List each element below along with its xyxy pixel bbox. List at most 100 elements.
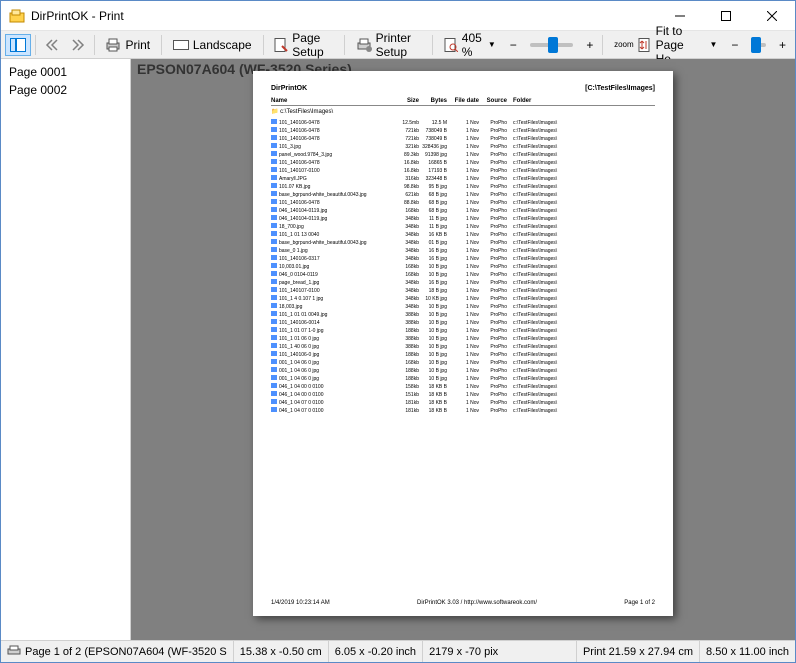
table-body: 101_140106-047812.5mb12.5 M1 NovProPhoc:…	[271, 119, 655, 415]
page-footer: 1/4/2019 10:23:14 AM DirPrintOK 3.03 / h…	[271, 600, 655, 606]
chevron-down-icon: ▼	[709, 40, 717, 49]
separator	[263, 35, 264, 55]
status-pos-cm: 15.38 x -0.50 cm	[234, 641, 329, 662]
table-row: 046_1 04 00 0 0100151kb18 KB B1 NovProPh…	[271, 391, 655, 399]
separator	[35, 35, 36, 55]
status-pos-pix: 2179 x -70 pix	[423, 641, 577, 662]
zoom-slider[interactable]	[530, 43, 574, 47]
table-row: 046_1 04 07 0 0100181kb18 KB B1 NovProPh…	[271, 407, 655, 415]
col-filedate-header: File date	[447, 98, 479, 104]
slider-thumb[interactable]	[751, 37, 761, 53]
printer-setup-label: Printer Setup	[376, 31, 421, 59]
table-row: 101_140106-0317348kb16 B jpg1 NovProPhoc…	[271, 255, 655, 263]
print-label: Print	[125, 38, 150, 52]
status-pos-inch: 6.05 x -0.20 inch	[329, 641, 423, 662]
table-row: 101_1 01 07 1-0 jpg188kb10 B jpg1 NovPro…	[271, 327, 655, 335]
table-row: 18,003.jpg348kb10 B jpg1 NovProPhoc:\Tes…	[271, 303, 655, 311]
separator	[602, 35, 603, 55]
table-row: Amaryll.JPG316kb323448 B1 NovProPhoc:\Te…	[271, 175, 655, 183]
zoom-prefix-label: zoom	[614, 41, 634, 49]
fit-dropdown[interactable]: zoom Fit to Page He... ▼	[607, 34, 724, 56]
table-row: 101_140107-0100348kb18 B jpg1 NovProPhoc…	[271, 287, 655, 295]
landscape-button[interactable]: Landscape	[166, 34, 259, 56]
table-row: 101_1 01 06 0 jpg388kb10 B jpg1 NovProPh…	[271, 335, 655, 343]
table-row: 101_140106-047812.5mb12.5 M1 NovProPhoc:…	[271, 119, 655, 127]
page-setup-label: Page Setup	[292, 31, 333, 59]
status-page-info: Page 1 of 2 (EPSON07A604 (WF-3520 S	[1, 641, 234, 662]
table-row: 046_140104-0119.jpg348kb11 B jpg1 NovPro…	[271, 215, 655, 223]
doc-title: DirPrintOK	[271, 85, 307, 92]
print-button[interactable]: Print	[98, 34, 157, 56]
first-page-button[interactable]	[40, 34, 64, 56]
page-list-sidebar: Page 0001 Page 0002	[1, 59, 131, 640]
table-row: 101_140107-010016.8kb17193 B1 NovProPhoc…	[271, 167, 655, 175]
col-source-header: Source	[479, 98, 507, 104]
table-row: 001_1 04 06 0 jpg168kb10 B jpg1 NovProPh…	[271, 359, 655, 367]
footer-date: 1/4/2019 10:23:14 AM	[271, 600, 330, 606]
table-row: 101.07 KB.jpg98.8kb95 B jpg1 NovProPhoc:…	[271, 183, 655, 191]
statusbar: Page 1 of 2 (EPSON07A604 (WF-3520 S 15.3…	[1, 640, 795, 662]
close-button[interactable]	[749, 1, 795, 31]
table-row: page_bread_1.jpg348kb16 B jpg1 NovProPho…	[271, 279, 655, 287]
page-preview: DirPrintOK [C:\TestFiles\Images] Name Si…	[253, 71, 673, 616]
fit-plus-button[interactable]: +	[774, 34, 791, 56]
separator	[161, 35, 162, 55]
maximize-button[interactable]	[703, 1, 749, 31]
footer-pagenum: Page 1 of 2	[624, 600, 655, 606]
separator	[344, 35, 345, 55]
chevron-down-icon: ▼	[488, 40, 496, 49]
landscape-icon	[173, 39, 189, 51]
toolbar: Print Landscape Page Setup Printer Setup…	[1, 31, 795, 59]
table-row: panel_wood.9784_3.jpg89.3kb91398 jpg1 No…	[271, 151, 655, 159]
col-folder-header: Folder	[507, 98, 655, 104]
col-name-header: Name	[271, 98, 391, 104]
slider-thumb[interactable]	[548, 37, 558, 53]
printer-setup-button[interactable]: Printer Setup	[349, 34, 428, 56]
fit-minus-button[interactable]: −	[726, 34, 743, 56]
table-row: 101_140106-047888.8kb68 B jpg1 NovProPho…	[271, 199, 655, 207]
table-row: 046_0 0104-0119168kb10 B jpg1 NovProPhoc…	[271, 271, 655, 279]
status-print-cm: Print 21.59 x 27.94 cm	[577, 641, 700, 662]
col-bytes-header: Bytes	[419, 98, 447, 104]
table-row: 10,003.01.jpg168kb10 B jpg1 NovProPhoc:\…	[271, 263, 655, 271]
table-row: 101_140106-047816.8kb16865 B1 NovProPhoc…	[271, 159, 655, 167]
page-setup-button[interactable]: Page Setup	[267, 34, 340, 56]
table-row: base_bgrpund-white_beautiful.0043.jpg621…	[271, 191, 655, 199]
separator	[94, 35, 95, 55]
table-row: 001_1 04 06 0 jpg188kb10 B jpg1 NovProPh…	[271, 375, 655, 383]
table-row: 18_700.jpg348kb11 B jpg1 NovProPhoc:\Tes…	[271, 223, 655, 231]
table-row: 046_1 04 00 0 0100158kb18 KB B1 NovProPh…	[271, 383, 655, 391]
zoom-out-button[interactable]: −	[505, 34, 522, 56]
last-page-button[interactable]	[66, 34, 90, 56]
subpath-row: 📁 c:\TestFiles\Images\	[271, 108, 655, 115]
printer-icon	[7, 645, 21, 659]
table-row: 101_140106-0 jpg188kb10 B jpg1 NovProPho…	[271, 351, 655, 359]
table-row: 001_1 04 06 0 jpg188kb10 B jpg1 NovProPh…	[271, 367, 655, 375]
printer-setup-icon	[356, 38, 372, 52]
table-header: Name Size Bytes File date Source Folder	[271, 98, 655, 106]
status-print-inch: 8.50 x 11.00 inch	[700, 641, 795, 662]
fit-slider[interactable]	[751, 43, 766, 47]
table-row: 101_140106-0478721kb738049 B1 NovProPhoc…	[271, 135, 655, 143]
zoom-dropdown[interactable]: 405 % ▼	[437, 34, 503, 56]
table-row: base_bgrpund-white_beautiful.0043.jpg348…	[271, 239, 655, 247]
table-row: base_0 1.jpg348kb16 B jpg1 NovProPhoc:\T…	[271, 247, 655, 255]
fit-icon	[638, 38, 652, 52]
table-row: 101_1 01 01 0049.jpg388kb10 B jpg1 NovPr…	[271, 311, 655, 319]
page-setup-icon	[274, 38, 288, 52]
doc-path: [C:\TestFiles\Images]	[585, 85, 655, 92]
sidebar-page-item[interactable]: Page 0002	[1, 81, 130, 99]
main-area: Page 0001 Page 0002 EPSON07A604 (WF-3520…	[1, 59, 795, 640]
table-row: 101_3.jpg321kb328436 jpg1 NovProPhoc:\Te…	[271, 143, 655, 151]
col-size-header: Size	[391, 98, 419, 104]
thumbnails-toggle-button[interactable]	[5, 34, 31, 56]
app-icon	[9, 8, 25, 24]
table-row: 101_140106-0014388kb10 B jpg1 NovProPhoc…	[271, 319, 655, 327]
zoom-value: 405 %	[462, 31, 482, 59]
sidebar-page-item[interactable]: Page 0001	[1, 63, 130, 81]
zoom-in-button[interactable]: +	[581, 34, 598, 56]
landscape-label: Landscape	[193, 38, 252, 52]
zoom-icon	[444, 38, 458, 52]
separator	[432, 35, 433, 55]
preview-area[interactable]: EPSON07A604 (WF-3520 Series) DirPrintOK …	[131, 59, 795, 640]
